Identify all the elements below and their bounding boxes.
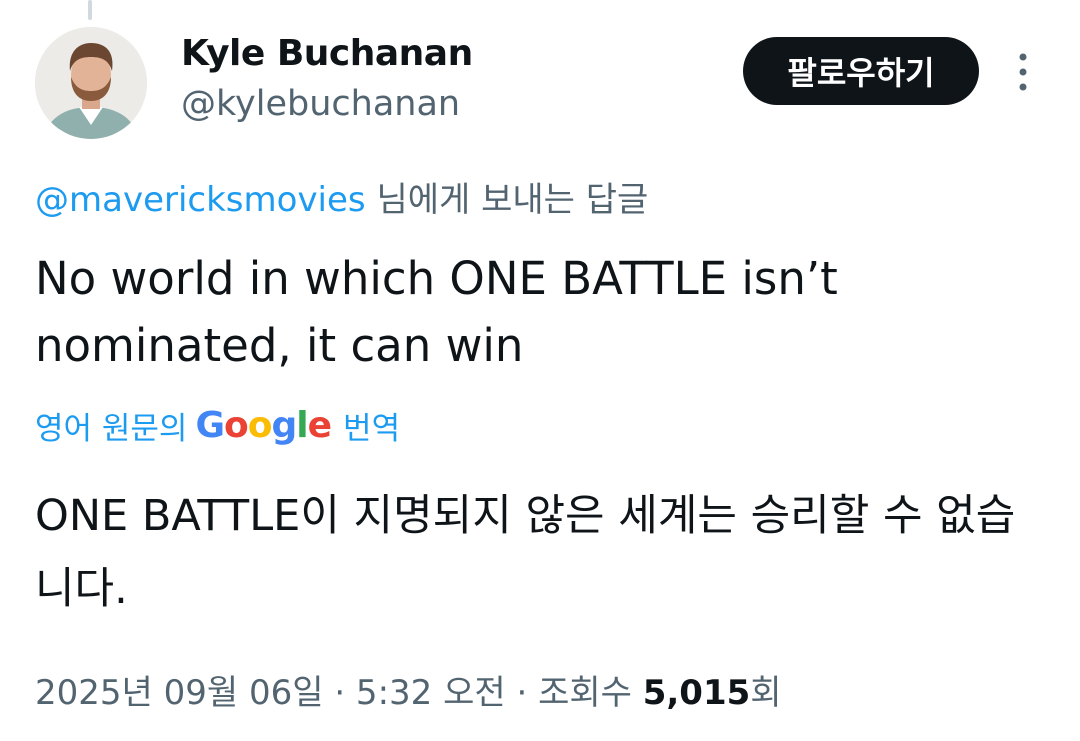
thread-connector-line <box>88 0 92 20</box>
follow-button[interactable]: 팔로우하기 <box>743 37 979 105</box>
avatar[interactable] <box>35 27 147 139</box>
tweet-text: No world in which ONE BATTLE isn’t nomin… <box>35 252 838 372</box>
author-name[interactable]: Kyle Buchanan <box>181 33 473 74</box>
author-handle[interactable]: @kylebuchanan <box>181 84 460 124</box>
reply-mention-link[interactable]: @mavericksmovies <box>35 180 366 220</box>
google-logo: Google <box>195 404 332 446</box>
translated-text: ONE BATTLE이 지명되지 않은 세계는 승리할 수 없습니다. <box>35 491 1016 614</box>
tweet-meta: 2025년 09월 06일 · 5:32 오전 · 조회수 5,015회 <box>35 665 782 714</box>
view-count-suffix: 회 <box>750 673 782 713</box>
profile-photo-icon <box>35 27 147 139</box>
more-vertical-icon[interactable] <box>1010 50 1036 94</box>
tweet-datetime[interactable]: 2025년 09월 06일 · 5:32 오전 · 조회수 <box>35 673 632 713</box>
view-count: 5,015 <box>642 673 751 713</box>
translation-prefix: 영어 원문의 <box>35 410 188 447</box>
reply-context-suffix: 님에게 보내는 답글 <box>376 180 649 220</box>
translation-suffix: 번역 <box>343 410 401 447</box>
translation-attribution[interactable]: 영어 원문의 Google 번역 <box>35 400 400 450</box>
reply-context: @mavericksmovies 님에게 보내는 답글 <box>35 172 648 221</box>
